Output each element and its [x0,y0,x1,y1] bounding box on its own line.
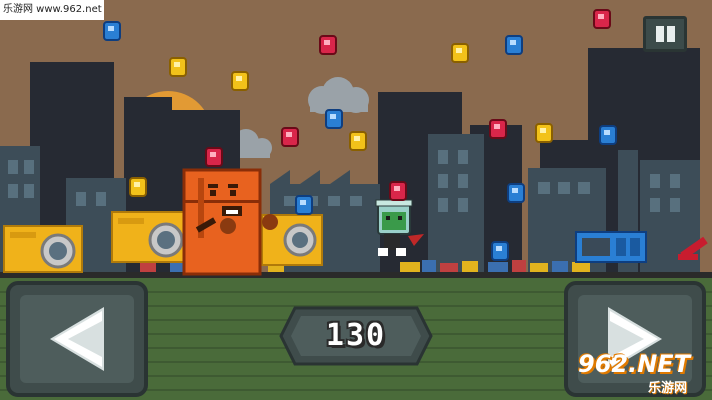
gem-blue [295,195,313,215]
watermark-top: 乐游网 www.962.net [0,0,104,20]
gem-blue [507,183,525,203]
gem-red [281,127,299,147]
gem-blue [599,125,617,145]
gem-blue [505,35,523,55]
gem-red [205,147,223,167]
gem-blue [491,241,509,261]
score-value: 130 [325,318,387,353]
ground-line [0,272,712,278]
gem-red [489,119,507,139]
gem-blue [103,21,121,41]
gem-yellow [169,57,187,77]
gem-yellow [231,71,249,91]
game-screen: 130 乐游网 www.962.net 962.NET 乐游网 [0,0,712,400]
washer-block [3,225,83,273]
pause-icon [646,19,684,49]
gem-yellow [129,177,147,197]
gem-red [319,35,337,55]
blue-machine [575,231,647,263]
move-left-button[interactable] [6,281,148,397]
gem-yellow [451,43,469,63]
gem-red [593,9,611,29]
gem-red [389,181,407,201]
gem-blue [325,109,343,129]
pause-button[interactable] [643,16,687,52]
washer-block [111,211,189,263]
watermark-brand: 962.NET [578,350,691,378]
gem-yellow [535,123,553,143]
watermark-sub: 乐游网 [648,381,688,396]
gem-yellow [349,131,367,151]
